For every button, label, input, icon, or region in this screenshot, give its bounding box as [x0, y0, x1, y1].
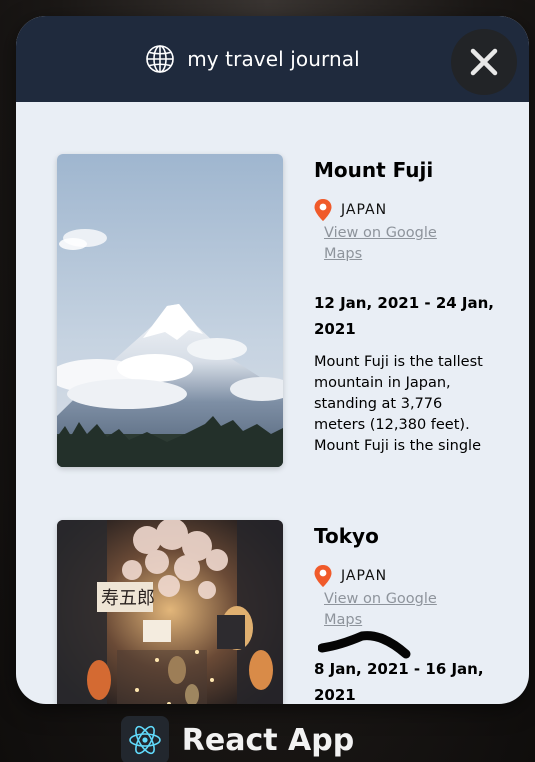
close-icon: [470, 48, 498, 76]
tokyo-street-photo: 寿五郎: [57, 520, 283, 704]
close-button[interactable]: [451, 29, 517, 95]
entry-description: Mount Fuji is the tallest mountain in Ja…: [314, 354, 483, 454]
location-row: JAPAN: [314, 565, 504, 587]
app-title: my travel journal: [187, 47, 360, 71]
country-label: JAPAN: [341, 202, 388, 218]
trip-dates: 12 Jan, 2021 - 24 Jan, 2021: [314, 294, 494, 338]
app-switcher-label[interactable]: React App: [0, 716, 535, 762]
scribble-mark: [318, 631, 411, 659]
app-window-card[interactable]: my travel journal Mount Fuji JAPAN View …: [16, 16, 529, 704]
location-pin-icon: [314, 565, 332, 587]
location-pin-icon: [314, 199, 332, 221]
mount-fuji-photo: [57, 154, 283, 467]
country-label: JAPAN: [341, 568, 388, 584]
place-title: Mount Fuji: [314, 158, 434, 182]
entry-info: Mount Fuji JAPAN View on Google Maps 12 …: [314, 157, 504, 458]
google-maps-link[interactable]: View on Google Maps: [324, 223, 474, 265]
location-row: JAPAN: [314, 199, 504, 221]
globe-icon: [146, 45, 175, 73]
google-maps-link[interactable]: View on Google Maps: [324, 589, 474, 631]
svg-text:寿五郎: 寿五郎: [101, 588, 155, 609]
react-icon: [120, 716, 169, 762]
entry-info: Tokyo JAPAN View on Google Maps 8 Jan, 2…: [314, 523, 504, 704]
place-title: Tokyo: [314, 524, 379, 548]
app-name: React App: [181, 722, 355, 758]
